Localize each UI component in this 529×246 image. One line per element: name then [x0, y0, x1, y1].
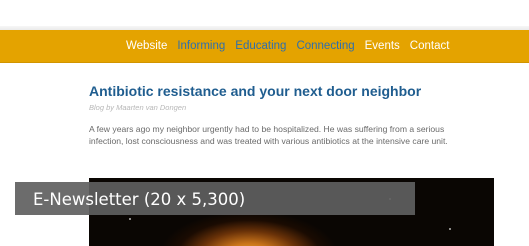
nav-item-events[interactable]: Events — [365, 39, 400, 53]
nav-menu: Website Informing Educating Connecting E… — [126, 39, 449, 53]
article-body-line: infection, lost consciousness and was tr… — [89, 136, 448, 146]
nav-item-educating[interactable]: Educating — [235, 39, 286, 53]
article-title[interactable]: Antibiotic resistance and your next door… — [89, 82, 499, 100]
caption-label: E-Newsletter (20 x 5,300) — [33, 190, 246, 209]
nav-bar: Website Informing Educating Connecting E… — [0, 30, 529, 63]
caption-overlay: E-Newsletter (20 x 5,300) — [15, 182, 415, 215]
newsletter-preview: Website Informing Educating Connecting E… — [0, 0, 529, 246]
article-body-line: A few years ago my neighbor urgently had… — [89, 124, 445, 134]
nav-item-connecting[interactable]: Connecting — [296, 39, 354, 53]
nav-item-contact[interactable]: Contact — [410, 39, 450, 53]
star-speck — [449, 228, 451, 230]
article-body: A few years ago my neighbor urgently had… — [89, 123, 499, 147]
article: Antibiotic resistance and your next door… — [89, 82, 499, 147]
article-byline: Blog by Maarten van Dongen — [89, 103, 187, 112]
nav-item-website[interactable]: Website — [126, 39, 167, 53]
star-speck — [129, 218, 131, 220]
nav-item-informing[interactable]: Informing — [177, 39, 225, 53]
